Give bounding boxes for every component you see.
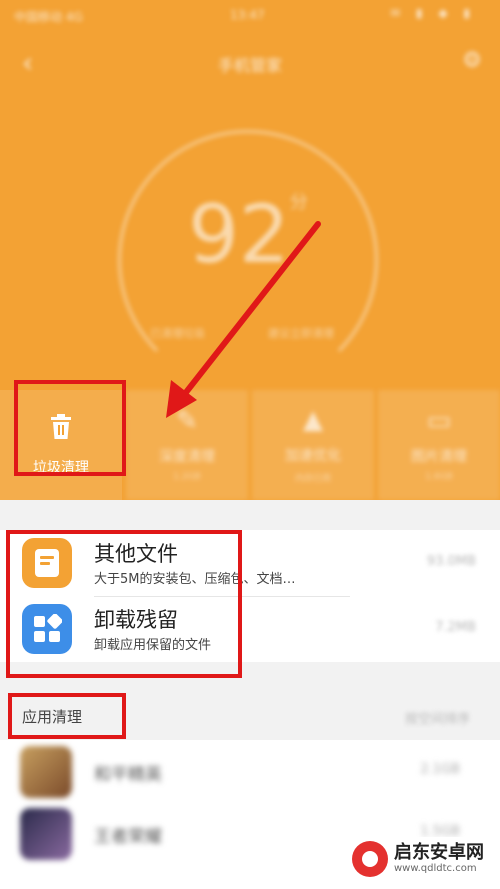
system-icons: ✉ ▮ ◆ ▮ <box>390 6 476 20</box>
tool-label: 深度清理 <box>159 449 215 465</box>
app-thumbnail <box>20 746 72 798</box>
image-icon: ▭ <box>426 406 452 436</box>
sort-button[interactable]: 按空间排序 <box>405 708 470 727</box>
document-icon <box>22 538 72 588</box>
nav-bar: ‹ 手机管家 ⚙ <box>0 44 500 84</box>
item-size: 7.2MB <box>435 620 476 635</box>
score-value: 92分 <box>188 188 308 281</box>
tool-junk-clean[interactable]: 垃圾清理 <box>0 390 122 500</box>
trash-icon <box>49 413 73 445</box>
tool-sub: 1.2GB <box>173 472 201 482</box>
section-title: 应用清理 <box>22 708 83 726</box>
tool-sub: 内存已用 <box>294 473 331 484</box>
header-panel: 中国移动 4G 13:47 ✉ ▮ ◆ ▮ ‹ 手机管家 ⚙ 92分 已清理垃圾… <box>0 0 500 500</box>
gear-icon[interactable]: ⚙ <box>462 48 482 73</box>
app-grid-icon <box>22 604 72 654</box>
watermark-url: www.qdldtc.com <box>394 863 477 874</box>
file-category-list: 其他文件 大于5M的安装包、压缩包、文档… 93.0MB 卸载残留 卸载应用保留… <box>0 530 500 662</box>
tool-label: 图片清理 <box>411 449 467 465</box>
list-item-other-files[interactable]: 其他文件 大于5M的安装包、压缩包、文档… 93.0MB <box>0 530 500 597</box>
status-time: 13:47 <box>230 8 265 22</box>
tool-speed-up[interactable]: ▲ 加速优化 内存已用 <box>252 390 374 500</box>
logo-icon <box>352 841 388 877</box>
item-title: 卸载残留 <box>94 608 178 632</box>
tool-bar: 垃圾清理 ✎ 深度清理 1.2GB ▲ 加速优化 内存已用 ▭ 图片清理 1.6… <box>0 390 500 500</box>
item-title: 其他文件 <box>94 542 178 566</box>
list-item[interactable]: 和平精英 2.1GB <box>0 740 500 802</box>
score-number: 92 <box>188 188 290 281</box>
item-desc: 卸载应用保留的文件 <box>94 638 212 653</box>
app-thumbnail <box>20 808 72 860</box>
status-bar: 中国移动 4G 13:47 ✉ ▮ ◆ ▮ <box>0 0 500 30</box>
item-size: 93.0MB <box>426 554 476 569</box>
list-item-uninstall-residue[interactable]: 卸载残留 卸载应用保留的文件 7.2MB <box>0 596 500 662</box>
broom-icon: ✎ <box>176 406 198 436</box>
app-clean-section: 应用清理 按空间排序 <box>0 696 500 736</box>
item-desc: 大于5M的安装包、压缩包、文档… <box>94 572 296 587</box>
carrier-label: 中国移动 4G <box>14 10 83 24</box>
app-name: 王者荣耀 <box>94 827 162 847</box>
tool-label: 加速优化 <box>285 447 341 464</box>
tool-photo-clean[interactable]: ▭ 图片清理 1.6GB <box>378 390 500 500</box>
tool-deep-clean[interactable]: ✎ 深度清理 1.2GB <box>126 390 248 500</box>
app-size: 2.1GB <box>420 762 460 777</box>
page-title: 手机管家 <box>217 56 282 75</box>
score-left-note: 已清理垃圾 <box>150 327 205 340</box>
tool-sub: 1.6GB <box>425 472 453 482</box>
score-unit: 分 <box>289 192 308 213</box>
watermark: 启东安卓网 www.qdldtc.com <box>346 837 492 881</box>
tool-label: 垃圾清理 <box>33 459 89 476</box>
watermark-name: 启东安卓网 <box>394 842 484 863</box>
score-right-note: 建议立即清理 <box>268 327 334 340</box>
rocket-icon: ▲ <box>303 404 323 435</box>
app-name: 和平精英 <box>94 765 162 785</box>
